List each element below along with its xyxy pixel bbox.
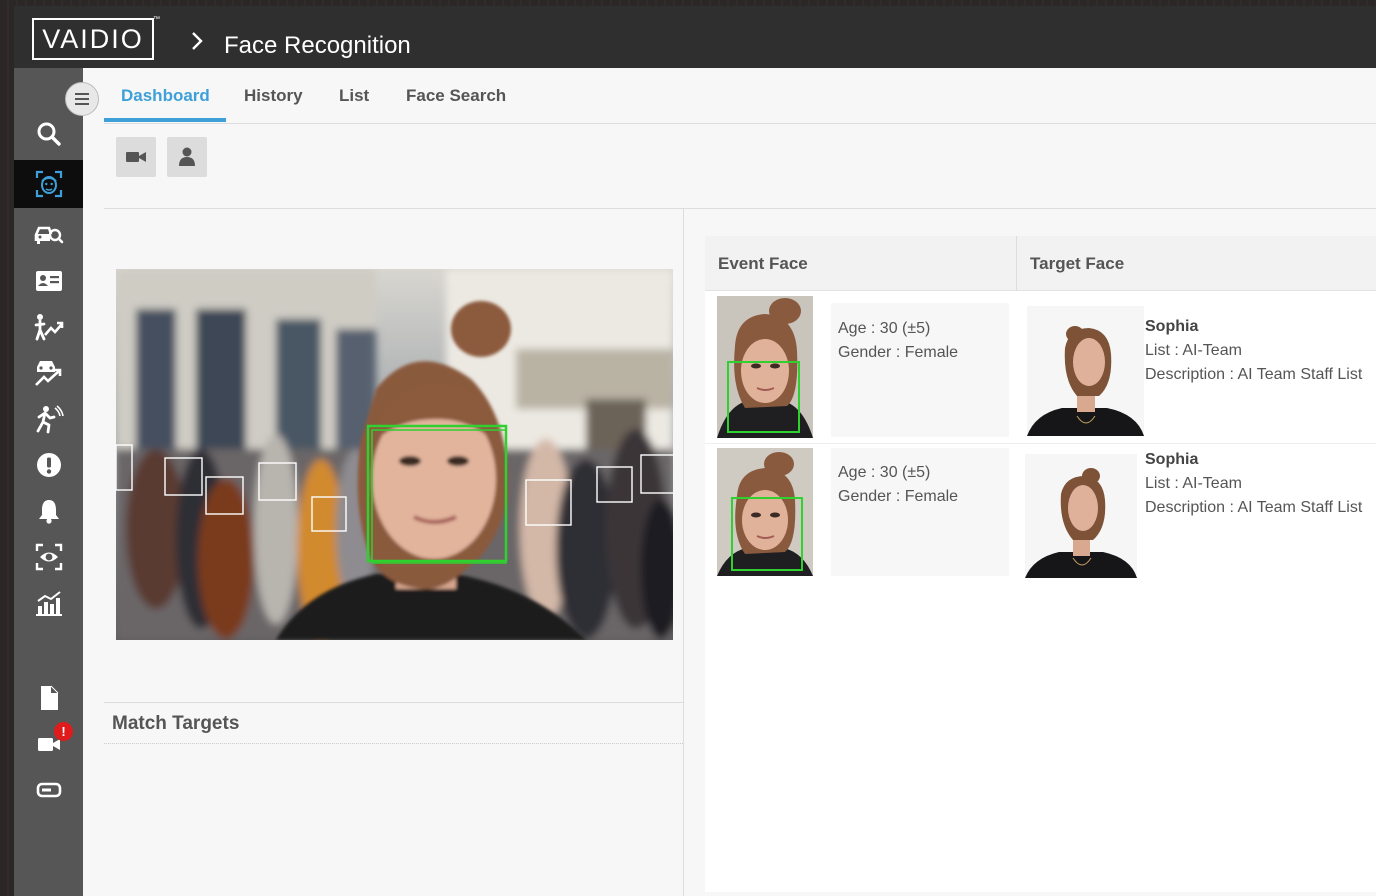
sidebar-item-device[interactable]	[14, 768, 83, 812]
column-target-face: Target Face	[1030, 254, 1125, 273]
sidebar-item-search[interactable]	[14, 112, 83, 156]
results-header: Event Face Target Face	[705, 236, 1376, 291]
toolbar-divider	[104, 208, 1376, 209]
chevron-right-icon	[190, 30, 204, 52]
person-trend-icon	[34, 314, 63, 341]
target-description: Description : AI Team Staff List	[1145, 366, 1363, 383]
top-header: VAIDIO ™ Face Recognition	[14, 6, 1376, 68]
event-face-thumbnail[interactable]	[717, 296, 813, 438]
tab-history[interactable]: History	[244, 86, 303, 106]
target-list: List : AI-Team	[1145, 342, 1242, 359]
person-icon	[179, 147, 195, 166]
sidebar-item-vehicle-search[interactable]	[14, 213, 83, 257]
sidebar-item-alert[interactable]	[14, 443, 83, 487]
column-divider	[1016, 236, 1017, 291]
target-face-image	[1027, 306, 1144, 436]
main-content: Dashboard History List Face Search Match…	[83, 68, 1376, 896]
street-scene-image	[116, 269, 673, 640]
gender-estimate: Gender : Female	[838, 344, 959, 361]
analytics-chart-icon	[35, 591, 62, 616]
table-row[interactable]: Age : 30 (±5) Gender : Female Sophia Lis…	[705, 291, 1376, 443]
camera-snapshot[interactable]	[116, 269, 673, 640]
table-row[interactable]: Age : 30 (±5) Gender : Female Sophia Lis…	[705, 443, 1376, 593]
vehicle-search-icon	[34, 226, 63, 244]
active-tab-indicator	[104, 118, 226, 122]
sidebar-item-documents[interactable]	[14, 676, 83, 720]
column-event-face: Event Face	[718, 254, 808, 273]
hamburger-menu-icon	[75, 93, 89, 105]
target-face-thumbnail[interactable]	[1027, 306, 1144, 436]
tab-face-search[interactable]: Face Search	[406, 86, 506, 106]
sidebar-item-eye-scan[interactable]	[14, 535, 83, 579]
target-face-thumbnail[interactable]	[1025, 454, 1137, 578]
person-filter-button[interactable]	[167, 137, 207, 177]
gender-estimate: Gender : Female	[838, 488, 959, 505]
logo-trademark: ™	[153, 16, 162, 23]
device-icon	[36, 782, 61, 798]
eye-scan-icon	[35, 543, 62, 571]
age-estimate: Age : 30 (±5)	[838, 320, 931, 337]
id-card-icon	[35, 271, 62, 291]
target-name: Sophia	[1145, 451, 1199, 468]
tab-list[interactable]: List	[339, 86, 369, 106]
sidebar-item-person-trend[interactable]	[14, 305, 83, 349]
match-targets-header: Match Targets	[104, 702, 683, 744]
camera-alert-badge: !	[54, 722, 73, 741]
target-name: Sophia	[1145, 318, 1199, 335]
target-description: Description : AI Team Staff List	[1145, 499, 1363, 516]
sidebar-item-running-person[interactable]	[14, 397, 83, 441]
search-icon	[37, 122, 61, 146]
sidebar-item-id-card[interactable]	[14, 259, 83, 303]
vehicle-trend-icon	[34, 361, 61, 386]
sidebar-item-notifications[interactable]	[14, 489, 83, 533]
age-estimate: Age : 30 (±5)	[838, 464, 931, 481]
camera-icon	[126, 152, 146, 162]
tab-dashboard[interactable]: Dashboard	[121, 86, 210, 106]
face-recognition-icon	[35, 170, 62, 198]
running-person-icon	[36, 405, 64, 434]
sidebar-item-vehicle-trend[interactable]	[14, 351, 83, 395]
app-window: VAIDIO ™ Face Recognition ! Dashboard Hi…	[14, 6, 1376, 896]
event-face-image	[717, 296, 813, 438]
target-list: List : AI-Team	[1145, 475, 1242, 492]
logo-text: VAIDIO	[42, 23, 144, 54]
vaidio-logo[interactable]: VAIDIO ™	[32, 16, 160, 60]
sidebar-item-cameras[interactable]: !	[14, 722, 83, 766]
event-face-info: Age : 30 (±5) Gender : Female	[831, 303, 1009, 437]
sidebar-item-face-recognition[interactable]	[14, 160, 83, 208]
target-face-image	[1025, 454, 1137, 578]
match-results-table: Event Face Target Face Age: 30 (±5) Gen…	[705, 236, 1376, 892]
event-face-image	[717, 448, 813, 576]
bell-icon	[38, 500, 59, 524]
camera-filter-button[interactable]	[116, 137, 156, 177]
sidebar: !	[14, 68, 83, 896]
page-title: Face Recognition	[224, 32, 411, 59]
sidebar-item-analytics[interactable]	[14, 581, 83, 625]
alert-icon	[36, 453, 61, 477]
sidebar-collapse-button[interactable]	[65, 82, 99, 116]
panel-divider	[683, 209, 684, 896]
event-face-info: Age : 30 (±5) Gender : Female	[831, 448, 1009, 576]
match-targets-title: Match Targets	[112, 713, 240, 734]
event-face-thumbnail[interactable]	[717, 448, 813, 576]
document-icon	[40, 685, 58, 710]
tab-bar: Dashboard History List Face Search	[104, 68, 1376, 124]
